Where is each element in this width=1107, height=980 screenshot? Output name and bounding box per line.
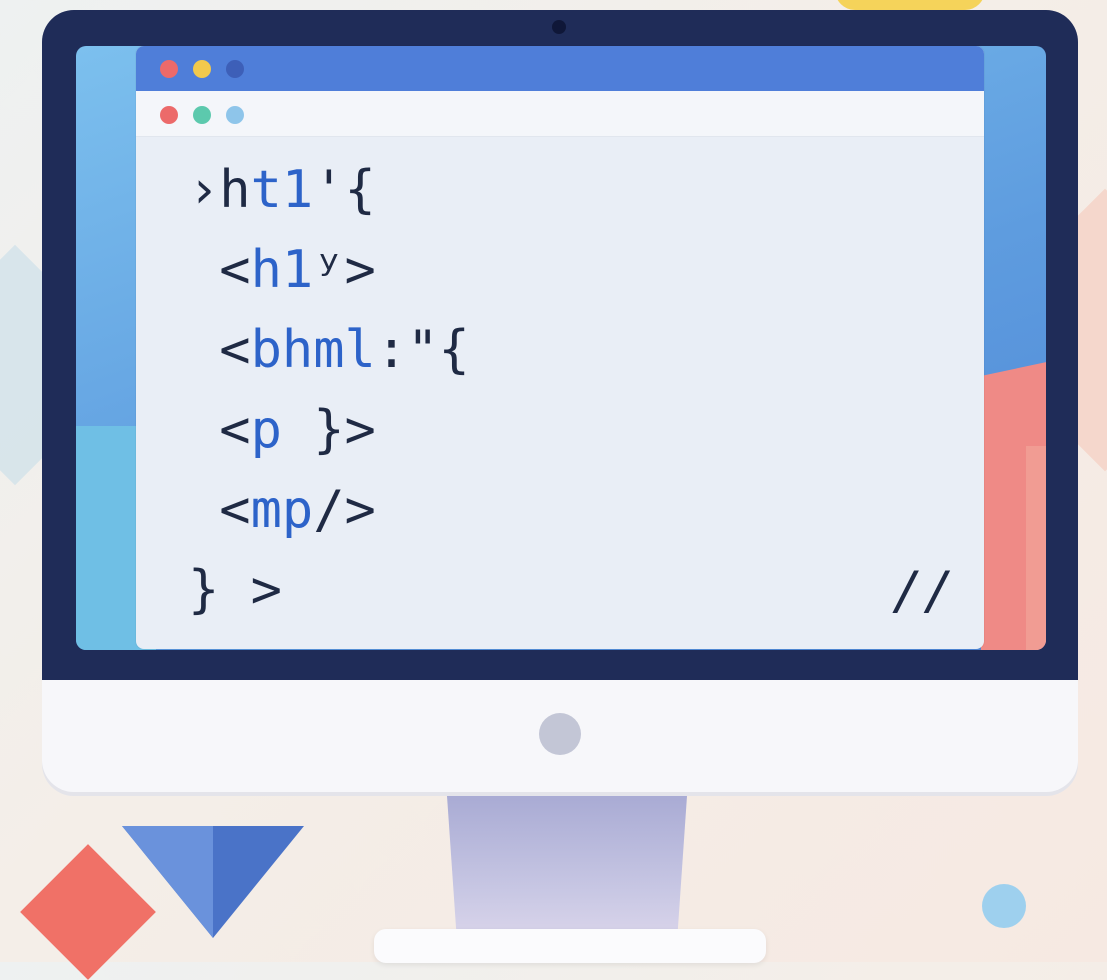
comment-mark: // — [892, 561, 955, 621]
code-tag: mp — [250, 480, 314, 540]
monitor-stand — [447, 796, 687, 936]
code-punct: < — [188, 400, 251, 460]
code-line: <h1ʸ> — [188, 230, 470, 310]
code-punct: ʸ> — [313, 240, 376, 300]
code-punct: }> — [281, 400, 376, 460]
code-line: <p }> — [188, 390, 470, 470]
window-titlebar — [136, 46, 984, 91]
blue-dot-icon — [226, 106, 244, 124]
code-tag: h1 — [250, 240, 314, 300]
code-punct: } — [188, 560, 220, 620]
monitor-base — [374, 929, 766, 963]
code-line: <mp/> — [188, 470, 470, 550]
code-punct: > — [219, 560, 282, 620]
window-tabbar — [136, 91, 984, 137]
red-dot-icon — [160, 106, 178, 124]
power-button[interactable] — [539, 713, 581, 755]
decorative-blue-circle — [982, 884, 1026, 928]
green-dot-icon — [193, 106, 211, 124]
code-punct: /> — [313, 480, 376, 540]
code-editor-window: ›ht1'{ <h1ʸ> <bhml:"{ <p }> <mp/> } > // — [136, 46, 984, 649]
code-tag: t1 — [250, 160, 314, 220]
code-line: <bhml:"{ — [188, 310, 470, 390]
minimize-dot-icon[interactable] — [193, 60, 211, 78]
code-punct: ›h — [188, 160, 251, 220]
decorative-yellow-shape — [835, 0, 985, 10]
code-punct: '{ — [313, 160, 376, 220]
close-dot-icon[interactable] — [160, 60, 178, 78]
code-line: } > — [188, 550, 470, 630]
decorative-triangle — [122, 826, 304, 938]
code-punct: :"{ — [375, 320, 470, 380]
maximize-dot-icon[interactable] — [226, 60, 244, 78]
code-tag: bhml — [250, 320, 376, 380]
code-punct: < — [188, 240, 251, 300]
screen-pink-shape-2 — [1026, 446, 1046, 650]
code-block: ›ht1'{ <h1ʸ> <bhml:"{ <p }> <mp/> } > — [188, 150, 470, 630]
code-punct: < — [188, 320, 251, 380]
camera-icon — [552, 20, 566, 34]
code-tag: p — [250, 400, 282, 460]
code-line: ›ht1'{ — [188, 150, 470, 230]
code-punct: < — [188, 480, 251, 540]
